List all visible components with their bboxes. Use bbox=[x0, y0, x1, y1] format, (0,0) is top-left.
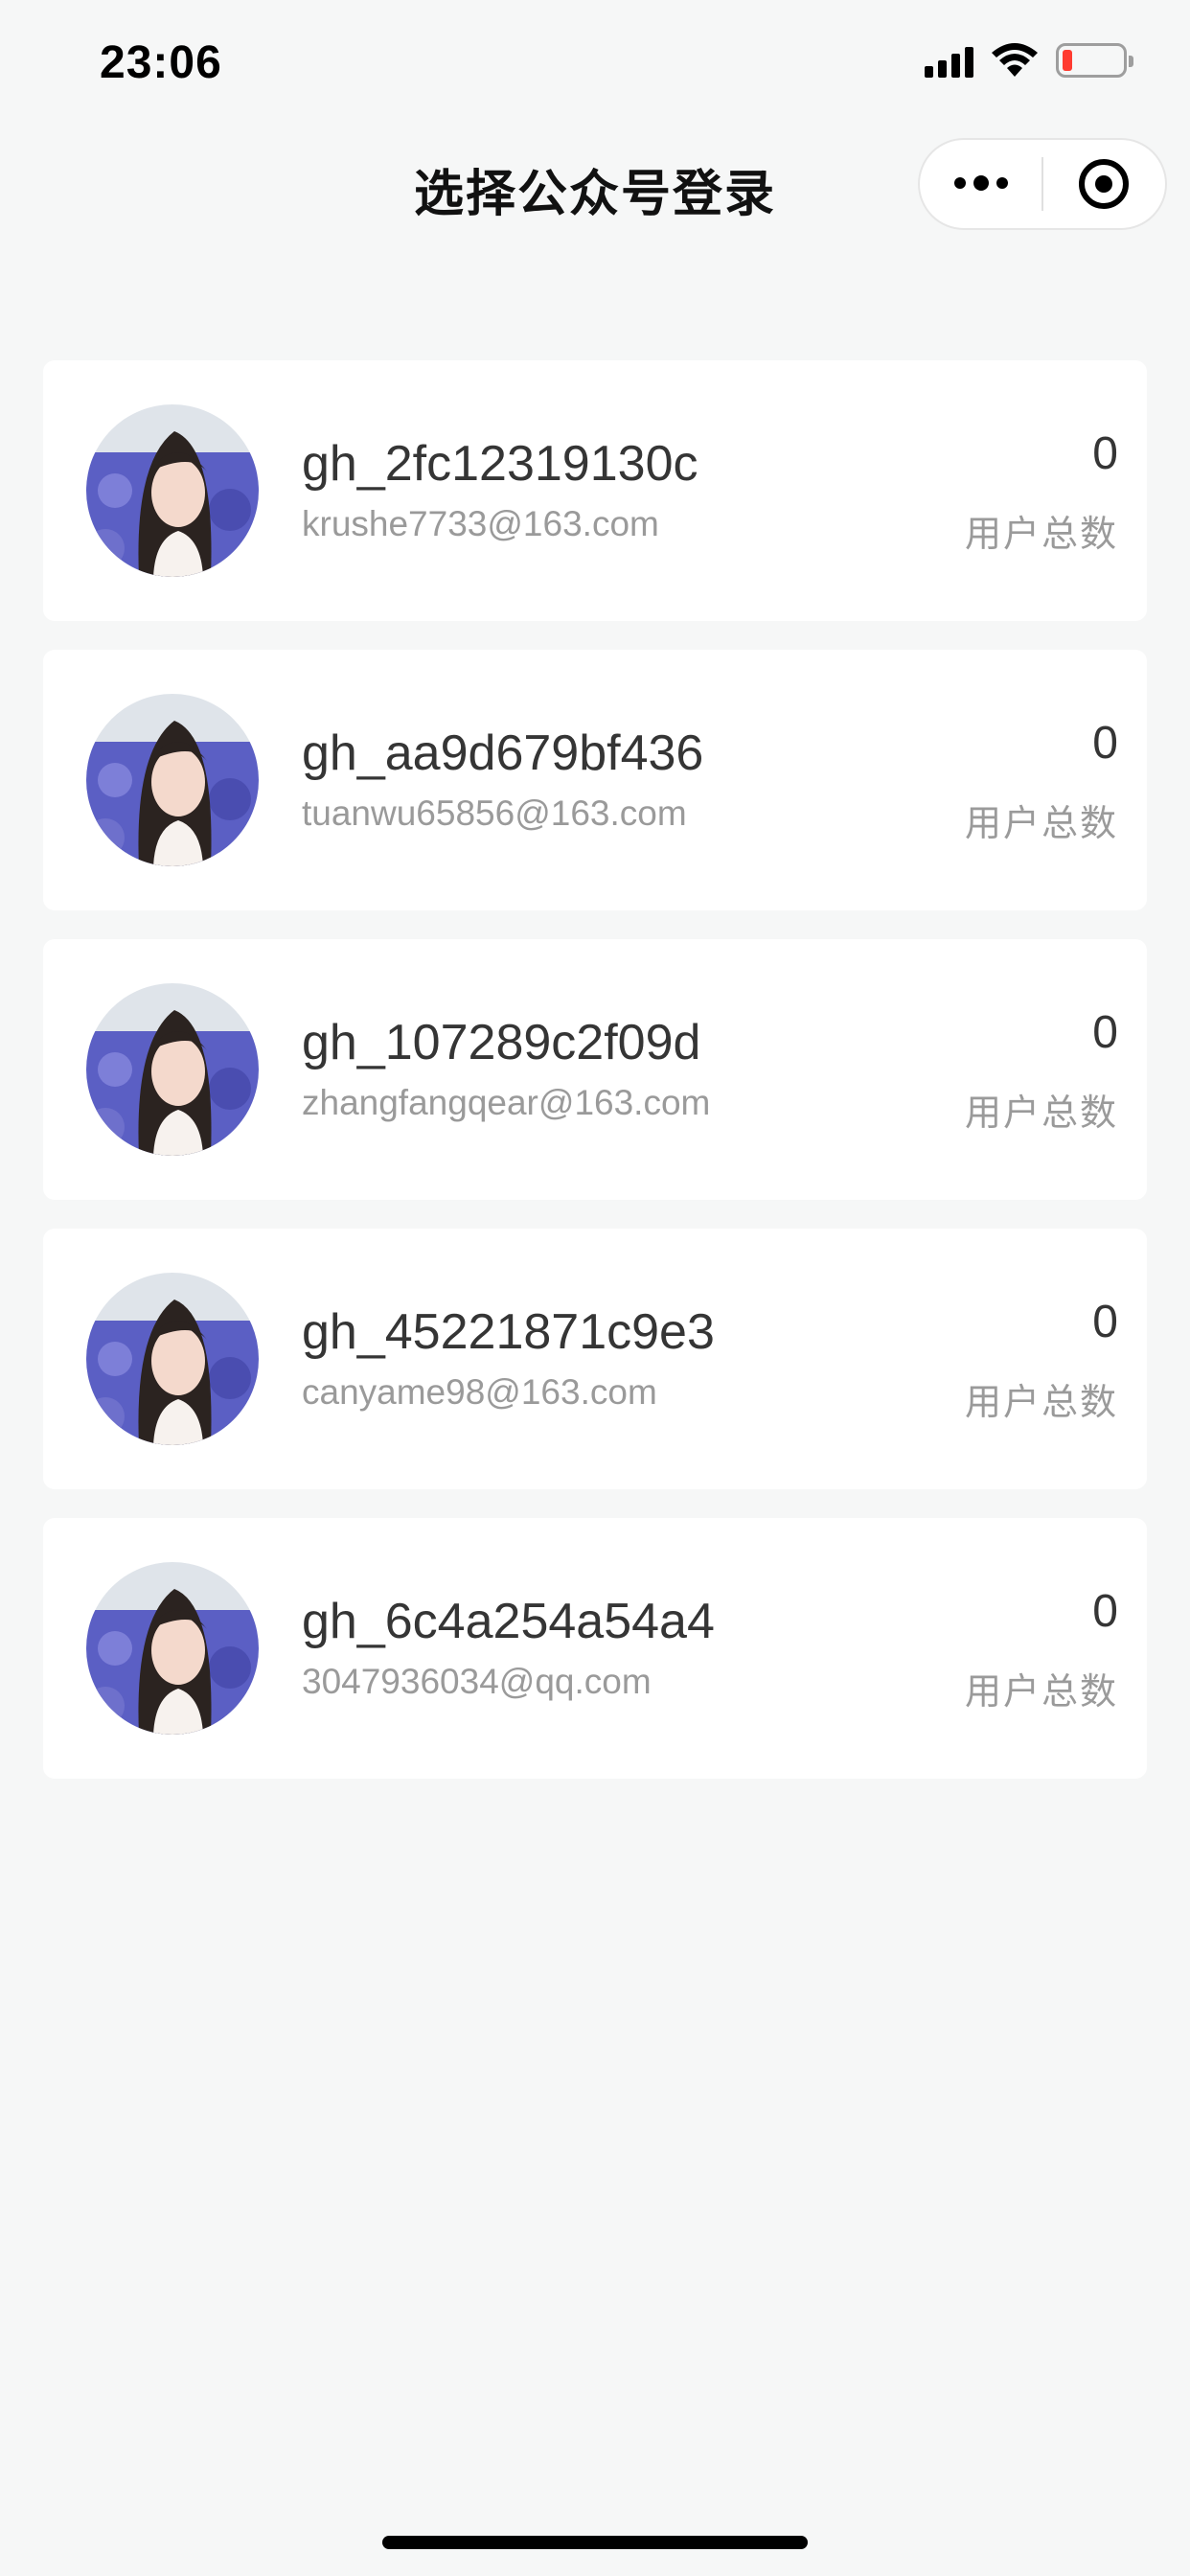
status-icons bbox=[925, 42, 1133, 79]
user-count: 0 bbox=[1092, 1586, 1118, 1637]
account-card[interactable]: gh_aa9d679bf436 tuanwu65856@163.com 0 用户… bbox=[43, 650, 1147, 910]
account-avatar bbox=[86, 1273, 259, 1445]
account-name: gh_2fc12319130c bbox=[302, 436, 698, 492]
account-list: gh_2fc12319130c krushe7733@163.com 0 用户总… bbox=[43, 360, 1147, 1807]
more-button[interactable] bbox=[920, 138, 1041, 230]
wifi-icon bbox=[992, 43, 1038, 77]
account-card[interactable]: gh_2fc12319130c krushe7733@163.com 0 用户总… bbox=[43, 360, 1147, 621]
nav-bar: 选择公众号登录 bbox=[0, 126, 1190, 243]
cellular-signal-icon bbox=[925, 43, 973, 78]
user-count-label: 用户总数 bbox=[964, 515, 1118, 555]
account-avatar bbox=[86, 404, 259, 577]
account-avatar bbox=[86, 694, 259, 866]
account-card[interactable]: gh_6c4a254a54a4 3047936034@qq.com 0 用户总数 bbox=[43, 1518, 1147, 1779]
account-name: gh_aa9d679bf436 bbox=[302, 725, 704, 781]
account-card[interactable]: gh_107289c2f09d zhangfangqear@163.com 0 … bbox=[43, 939, 1147, 1200]
status-bar: 23:06 bbox=[0, 0, 1190, 126]
mini-program-capsule bbox=[918, 138, 1167, 230]
user-count-label: 用户总数 bbox=[964, 1093, 1118, 1134]
home-indicator bbox=[382, 2536, 808, 2549]
battery-level bbox=[1063, 50, 1072, 71]
user-count-label: 用户总数 bbox=[964, 1672, 1118, 1713]
screen: 23:06 选择公众号登录 gh_2fc12319130c krushe7733… bbox=[0, 0, 1190, 2576]
close-button[interactable] bbox=[1043, 138, 1165, 230]
user-count-label: 用户总数 bbox=[964, 1383, 1118, 1423]
account-email: zhangfangqear@163.com bbox=[302, 1083, 711, 1122]
status-time: 23:06 bbox=[100, 37, 222, 88]
account-name: gh_45221871c9e3 bbox=[302, 1304, 715, 1360]
user-count: 0 bbox=[1092, 1007, 1118, 1058]
account-email: krushe7733@163.com bbox=[302, 504, 659, 543]
account-name: gh_6c4a254a54a4 bbox=[302, 1594, 715, 1649]
close-icon bbox=[1079, 159, 1130, 209]
account-avatar bbox=[86, 1562, 259, 1735]
user-count: 0 bbox=[1092, 428, 1118, 479]
account-card[interactable]: gh_45221871c9e3 canyame98@163.com 0 用户总数 bbox=[43, 1229, 1147, 1489]
account-name: gh_107289c2f09d bbox=[302, 1015, 701, 1070]
user-count: 0 bbox=[1092, 718, 1118, 769]
account-avatar bbox=[86, 983, 259, 1156]
battery-low-icon bbox=[1056, 43, 1133, 78]
user-count: 0 bbox=[1092, 1297, 1118, 1347]
user-count-label: 用户总数 bbox=[964, 804, 1118, 844]
more-icon bbox=[953, 175, 1008, 191]
account-email: 3047936034@qq.com bbox=[302, 1662, 652, 1701]
account-email: tuanwu65856@163.com bbox=[302, 794, 687, 833]
account-email: canyame98@163.com bbox=[302, 1372, 657, 1412]
